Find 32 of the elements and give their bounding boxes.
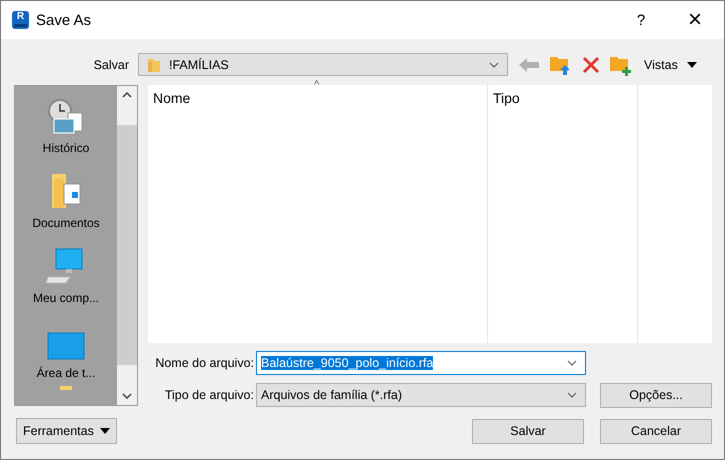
file-type-dropdown[interactable]: Arquivos de família (*.rfa): [256, 383, 586, 407]
place-label[interactable]: Meu comp...: [32, 291, 100, 305]
options-button[interactable]: Opções...: [600, 382, 712, 408]
help-button[interactable]: ?: [631, 12, 651, 28]
file-type-label: Tipo de arquivo:: [164, 388, 255, 402]
chevron-down-icon: [567, 392, 577, 398]
app-logo-icon: R: [12, 11, 29, 29]
tools-button[interactable]: Ferramentas: [16, 418, 117, 444]
delete-icon[interactable]: [582, 56, 600, 74]
views-button[interactable]: Vistas: [644, 58, 697, 72]
file-name-label: Nome do arquivo:: [154, 356, 255, 370]
back-arrow-icon[interactable]: [518, 56, 540, 72]
caret-icon: [686, 62, 697, 68]
close-button[interactable]: ×: [685, 6, 705, 34]
file-name-field[interactable]: Balaústre_9050_polo_início.rfa: [256, 351, 586, 375]
column-header[interactable]: Tipo: [488, 85, 638, 343]
chevron-down-icon: [489, 62, 499, 68]
chevron-down-icon[interactable]: [567, 360, 577, 366]
caret-icon: [100, 428, 110, 434]
place-label[interactable]: Documentos: [32, 216, 100, 230]
save-button[interactable]: Salvar: [472, 418, 584, 444]
location-dropdown[interactable]: !FAMÍLIAS: [138, 53, 508, 76]
place-label[interactable]: Histórico: [42, 141, 90, 155]
place-label[interactable]: Área de t...: [36, 366, 96, 380]
scroll-down-icon[interactable]: [122, 393, 132, 399]
scroll-up-icon[interactable]: [122, 92, 132, 98]
folder-icon: [147, 56, 161, 72]
save-in-label: Salvar: [92, 58, 130, 72]
scrollbar[interactable]: [117, 86, 137, 405]
column-header[interactable]: Nome: [148, 85, 488, 343]
window-title: Save As: [36, 12, 92, 28]
cancel-button[interactable]: Cancelar: [600, 418, 712, 444]
